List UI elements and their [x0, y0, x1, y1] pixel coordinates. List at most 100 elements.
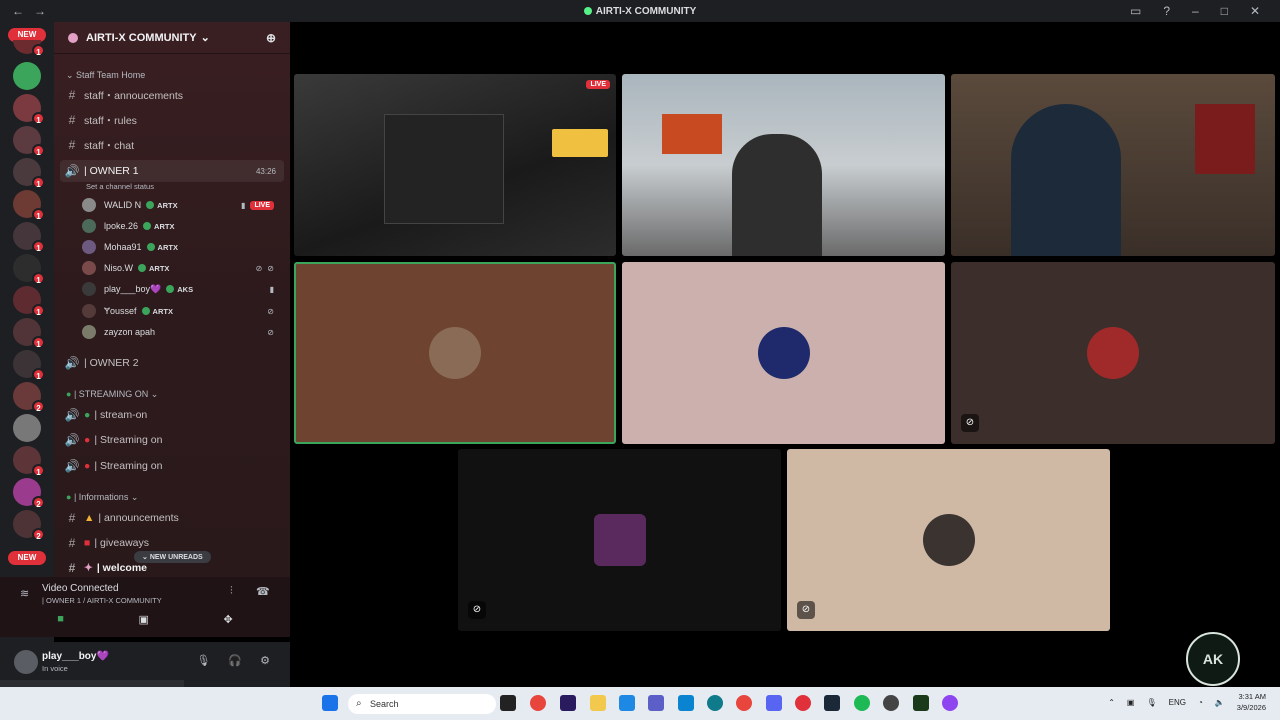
server-icon[interactable]: 1 [13, 222, 45, 253]
language-indicator[interactable]: ENG [1169, 698, 1186, 707]
spotify-icon[interactable] [854, 695, 870, 711]
task-view-icon[interactable] [500, 695, 516, 711]
voice-location[interactable]: | OWNER 1 / AIRTI-X COMMUNITY [42, 596, 162, 605]
server-icon[interactable]: 2 [13, 478, 45, 509]
channel-label: | giveaways [94, 537, 150, 549]
server-icon[interactable]: 1 [13, 190, 45, 221]
video-tile-user[interactable]: ⊘ [458, 449, 781, 631]
server-icon[interactable]: 1 [13, 158, 45, 189]
video-tile-user[interactable]: ⊘ [787, 449, 1110, 631]
clock[interactable]: 3:31 AM 3/9/2026 [1237, 691, 1266, 713]
forward-arrow-icon[interactable]: → [34, 4, 46, 18]
teams-icon[interactable] [648, 695, 664, 711]
signal-icon[interactable]: ≋ [20, 587, 29, 600]
microphone-icon[interactable]: 🎙 [1146, 698, 1156, 707]
voice-user-niso[interactable]: Niso.W ARTX ⊘ ⊘ [82, 258, 282, 278]
windows-start-icon[interactable] [322, 695, 338, 711]
jersey-decor [1195, 104, 1255, 174]
settings-gear-icon[interactable]: ⚙ [260, 654, 270, 667]
steam-icon[interactable] [824, 695, 840, 711]
category-informations[interactable]: ● | Informations ⌄ [66, 492, 138, 503]
volume-icon[interactable]: 🔈 [1215, 698, 1225, 707]
file-explorer-icon[interactable] [590, 695, 606, 711]
wifi-icon[interactable]: ◔ [1198, 698, 1203, 707]
video-tile-speaking[interactable] [294, 262, 616, 444]
store-icon[interactable] [619, 695, 635, 711]
video-tile-webcam-2[interactable] [951, 74, 1275, 256]
voice-channel-owner2[interactable]: 🔊 | OWNER 2 [60, 352, 284, 374]
new-badge-bottom[interactable]: NEW [8, 551, 46, 565]
server-header[interactable]: AIRTI-X COMMUNITY ⌄ ⊕ [54, 22, 290, 54]
avatar[interactable] [14, 650, 38, 674]
server-icon[interactable] [13, 414, 41, 442]
chevron-up-icon[interactable]: ⌃ [1108, 698, 1115, 707]
server-icon-partial[interactable]: 1 [13, 40, 45, 57]
server-icon[interactable]: 1 [13, 126, 45, 157]
premiere-icon[interactable] [560, 695, 576, 711]
camera-button[interactable]: ■ [57, 613, 64, 626]
screen-share-button[interactable]: ▣ [139, 613, 149, 626]
channel-stream-on[interactable]: 🔊 ● | stream-on [60, 404, 284, 426]
chrome-icon[interactable] [736, 695, 752, 711]
server-icon[interactable]: 1 [13, 318, 45, 349]
channel-label: | announcements [98, 512, 179, 524]
server-icon[interactable]: 1 [13, 350, 45, 381]
category-streaming[interactable]: ● | STREAMING ON ⌄ [66, 389, 158, 400]
nvidia-icon[interactable] [913, 695, 929, 711]
discord-icon[interactable] [766, 695, 782, 711]
obs-icon[interactable] [883, 695, 899, 711]
muted-mic-icon: ⊘ [267, 306, 274, 316]
channel-streaming-on-2[interactable]: 🔊 ● | Streaming on [60, 455, 284, 477]
edge-dev-icon[interactable] [707, 695, 723, 711]
channel-staff-rules[interactable]: # staff・rules [60, 109, 284, 131]
voice-user-walid[interactable]: WALID N ARTX ▮ LIVE [82, 195, 282, 215]
video-tile-user[interactable]: ⊘ [951, 262, 1275, 444]
disconnect-icon[interactable]: ☎ [256, 585, 270, 598]
voice-user-lpoke[interactable]: lpoke.26 ARTX [82, 216, 282, 236]
green-dot-icon: ● [66, 492, 72, 502]
channel-staff-chat[interactable]: # staff・chat [60, 134, 284, 156]
invite-people-icon[interactable]: ⊕ [266, 31, 276, 45]
new-unreads-button[interactable]: ⌄ NEW UNREADS [134, 551, 211, 563]
voice-user-youssef[interactable]: Ɏoussef ARTX ⊘ [82, 301, 282, 321]
server-icon[interactable]: 2 [13, 382, 45, 413]
avatar [82, 325, 96, 339]
app-icon[interactable] [942, 695, 958, 711]
user-tag: ARTX [146, 201, 177, 210]
channel-streaming-on-1[interactable]: 🔊 ● | Streaming on [60, 429, 284, 451]
voice-user-playboy[interactable]: play___boy💜 AKS ▮ [82, 279, 282, 299]
opera-icon[interactable] [795, 695, 811, 711]
set-status-link[interactable]: Set a channel status [86, 182, 154, 191]
channel-staff-announcements[interactable]: # staff・annoucements [60, 84, 284, 106]
stream-tile-walid[interactable]: LIVE [294, 74, 616, 256]
server-icon[interactable]: 1 [13, 254, 45, 285]
chrome-icon[interactable] [530, 695, 546, 711]
channel-announcements[interactable]: # ▲ | announcements [60, 507, 284, 529]
server-icon[interactable]: 1 [13, 446, 45, 477]
server-icon[interactable]: 2 [13, 510, 45, 541]
taskbar-search[interactable]: ⌕ Search [348, 694, 496, 714]
server-icon[interactable]: 1 [13, 94, 45, 125]
noise-suppression-icon[interactable]: ⫶ [230, 585, 233, 598]
activities-button[interactable]: ✥ [223, 613, 232, 626]
category-staff[interactable]: ⌄ Staff Team Home [66, 70, 145, 81]
network-icon[interactable]: ▣ [1127, 698, 1135, 707]
voice-channel-owner1[interactable]: 🔊 | OWNER 1 43:26 [60, 160, 284, 182]
back-arrow-icon[interactable]: ← [12, 4, 24, 18]
server-icon-green[interactable] [13, 62, 41, 90]
microphone-icon[interactable]: 🎙 [196, 654, 210, 667]
headphones-icon[interactable]: 🎧 [228, 654, 242, 667]
server-icon[interactable]: 1 [13, 286, 45, 317]
minimize-button[interactable]: – [1192, 4, 1199, 18]
voice-user-zayzon[interactable]: zayzon apah ⊘ [82, 322, 282, 342]
maximize-button[interactable]: □ [1221, 4, 1228, 18]
video-tile-user[interactable] [622, 262, 945, 444]
edge-icon[interactable] [678, 695, 694, 711]
voice-user-mohaa[interactable]: Mohaa91 ARTX [82, 237, 282, 257]
speaker-icon: 🔊 [64, 408, 80, 422]
close-button[interactable]: ✕ [1250, 4, 1260, 18]
help-icon[interactable]: ? [1163, 4, 1170, 18]
stream-overlay [552, 129, 608, 157]
inbox-icon[interactable]: ▭ [1130, 4, 1141, 18]
video-tile-webcam-1[interactable] [622, 74, 945, 256]
